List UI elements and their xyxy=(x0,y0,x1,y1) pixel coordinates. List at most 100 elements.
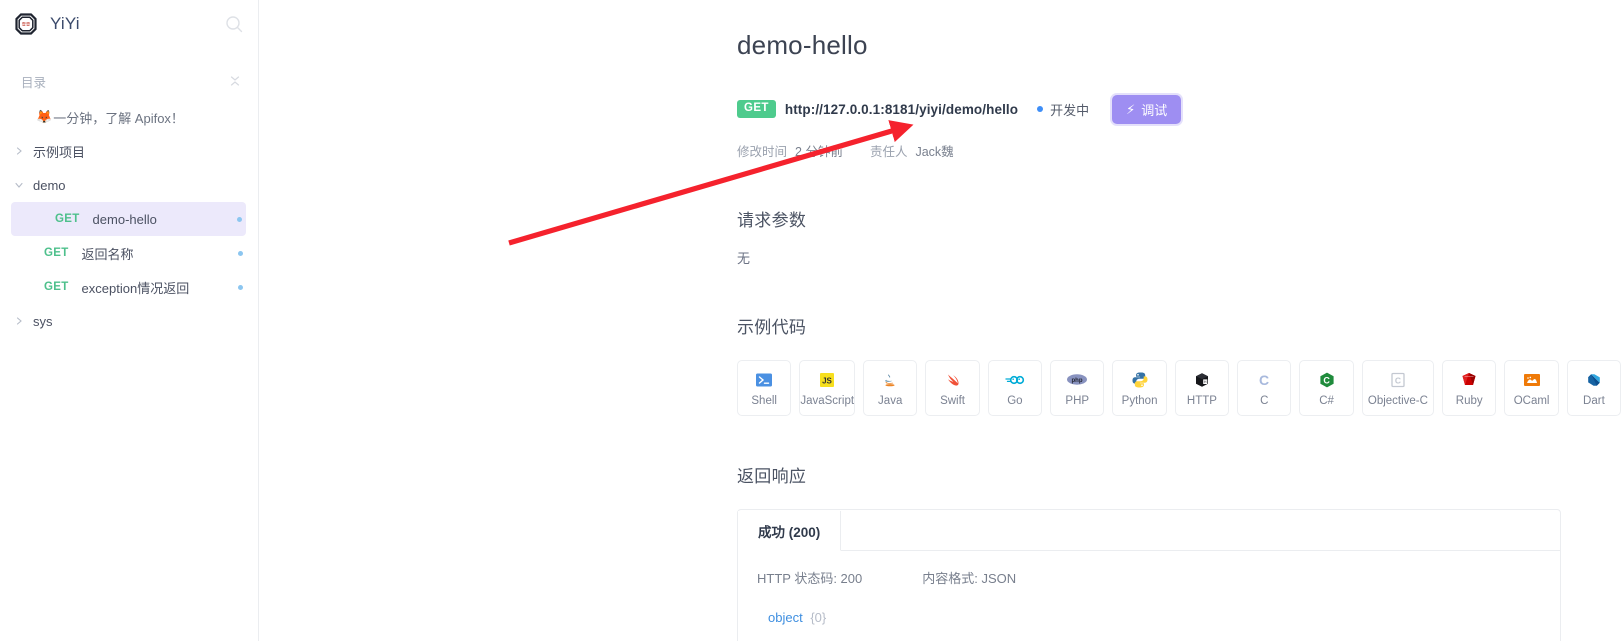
meta-row: 修改时间 2 分钟前 责任人 Jack魏 xyxy=(737,141,1621,160)
fox-icon: 🦊 xyxy=(36,109,53,124)
lang-label: PHP xyxy=(1065,394,1090,407)
method-badge: GET xyxy=(55,213,80,225)
sidebar-item-apifox-promo[interactable]: 🦊 一分钟，了解 Apifox！ xyxy=(0,100,258,134)
debug-button[interactable]: ⚡ 调试 xyxy=(1112,94,1182,124)
request-params-title: 请求参数 xyxy=(737,211,807,230)
java-icon xyxy=(881,370,899,390)
lang-card-ocaml[interactable]: OCaml xyxy=(1504,360,1559,416)
lang-card-go[interactable]: Go xyxy=(987,360,1043,416)
sidebar-tree: 🦊 一分钟，了解 Apifox！ 示例项目 demo GET demo-hell… xyxy=(0,98,258,338)
swift-icon xyxy=(944,370,962,390)
lightning-icon: ⚡ xyxy=(1126,101,1136,117)
sidebar: 壹壹 YiYi 目录 🦊 一分钟，了解 Apifox！ 示例项目 demo GE… xyxy=(0,0,259,641)
lang-label: C# xyxy=(1319,394,1334,407)
response-content-type: 内容格式: JSON xyxy=(922,571,1017,586)
sidebar-section-label: 目录 xyxy=(21,75,47,90)
c-icon: C xyxy=(1255,370,1273,390)
language-card-list: Shell JS JavaScript Java Swift Go php PH… xyxy=(737,360,1621,416)
shell-icon xyxy=(755,370,773,390)
svg-text:C: C xyxy=(1323,375,1330,385)
lang-card-dart[interactable]: Dart xyxy=(1566,360,1621,416)
sidebar-item-label: 一分钟，了解 Apifox！ xyxy=(53,110,184,126)
status-dot-icon xyxy=(1037,106,1044,112)
ocaml-icon xyxy=(1523,370,1541,390)
response-status-code: HTTP 状态码: 200 xyxy=(757,571,863,586)
lang-label: Python xyxy=(1121,394,1158,407)
endpoint-url[interactable]: http://127.0.0.1:8181/yiyi/demo/hello xyxy=(785,102,1018,117)
schema-count: {0} xyxy=(810,610,827,625)
go-icon xyxy=(1005,370,1025,390)
lang-card-c[interactable]: C C xyxy=(1237,360,1292,416)
chevron-right-icon[interactable] xyxy=(13,146,25,156)
response-tabs: 成功 (200) xyxy=(738,510,1560,551)
debug-button-label: 调试 xyxy=(1141,102,1168,118)
tab-success-200[interactable]: 成功 (200) xyxy=(738,511,842,551)
sidebar-item-label: sys xyxy=(33,313,53,329)
lang-card-swift[interactable]: Swift xyxy=(925,360,980,416)
lang-card-python[interactable]: Python xyxy=(1112,360,1167,416)
objective-c-icon: C xyxy=(1389,370,1407,390)
app-root: 壹壹 YiYi 目录 🦊 一分钟，了解 Apifox！ 示例项目 demo GE… xyxy=(0,0,1621,641)
lang-label: Swift xyxy=(940,394,965,407)
page-title: demo-hello xyxy=(737,30,868,60)
modified-time-value: 2 分钟前 xyxy=(795,145,843,159)
app-logo[interactable]: 壹壹 xyxy=(13,11,39,37)
sidebar-item-label: 示例项目 xyxy=(33,144,86,160)
csharp-icon: C xyxy=(1318,370,1336,390)
sidebar-section-header: 目录 xyxy=(0,64,258,98)
sidebar-item-exception-return[interactable]: GET exception情况返回 xyxy=(0,270,258,304)
lang-card-objective-c[interactable]: C Objective-C xyxy=(1361,360,1435,416)
brand-name: YiYi xyxy=(50,14,80,33)
modified-time-label: 修改时间 xyxy=(737,145,788,159)
svg-text:壹壹: 壹壹 xyxy=(22,21,30,27)
lang-card-http[interactable]: H HTTP xyxy=(1174,360,1230,416)
response-title: 返回响应 xyxy=(737,467,807,486)
php-icon: php xyxy=(1066,370,1088,390)
sidebar-header: 壹壹 YiYi xyxy=(0,0,258,48)
lang-label: Java xyxy=(878,394,903,407)
lang-card-php[interactable]: php PHP xyxy=(1050,360,1105,416)
lang-card-javascript[interactable]: JS JavaScript xyxy=(799,360,856,416)
lang-label: Ruby xyxy=(1455,394,1483,407)
status-badge: 开发中 xyxy=(1037,100,1089,119)
main-content: demo-hello GET http://127.0.0.1:8181/yiy… xyxy=(259,0,1621,641)
schema-type[interactable]: object xyxy=(768,610,803,625)
chevron-down-icon[interactable] xyxy=(13,181,25,189)
sidebar-item-label: exception情况返回 xyxy=(81,280,190,296)
sidebar-item-demo[interactable]: demo xyxy=(0,168,258,202)
lang-label: Go xyxy=(1007,394,1023,407)
lang-label: JavaScript xyxy=(800,394,855,407)
lang-card-ruby[interactable]: Ruby xyxy=(1442,360,1497,416)
lang-label: Shell xyxy=(751,394,777,407)
sidebar-item-sys[interactable]: sys xyxy=(0,304,258,338)
lang-card-shell[interactable]: Shell xyxy=(737,360,792,416)
endpoint-row: GET http://127.0.0.1:8181/yiyi/demo/hell… xyxy=(737,94,1621,124)
search-icon[interactable] xyxy=(224,14,244,34)
sidebar-item-return-name[interactable]: GET 返回名称 xyxy=(0,236,258,270)
response-meta: HTTP 状态码: 200 内容格式: JSON xyxy=(757,568,1540,587)
svg-text:C: C xyxy=(1395,375,1401,385)
lang-label: OCaml xyxy=(1513,394,1550,407)
request-params-empty: 无 xyxy=(737,251,751,266)
sidebar-item-label: demo xyxy=(33,177,66,193)
unsaved-dot xyxy=(238,284,243,290)
status-label: 开发中 xyxy=(1050,102,1090,118)
javascript-icon: JS xyxy=(818,370,836,390)
collapse-icon[interactable] xyxy=(228,74,242,88)
lang-card-csharp[interactable]: C C# xyxy=(1299,360,1354,416)
svg-text:C: C xyxy=(1259,372,1269,388)
response-card: 成功 (200) HTTP 状态码: 200 内容格式: JSON object… xyxy=(737,509,1561,641)
chevron-right-icon[interactable] xyxy=(13,316,25,326)
svg-text:php: php xyxy=(1072,378,1083,384)
lang-label: Dart xyxy=(1583,394,1605,407)
sidebar-item-example-project[interactable]: 示例项目 xyxy=(0,134,258,168)
sidebar-item-demo-hello[interactable]: GET demo-hello xyxy=(11,202,246,236)
lang-card-java[interactable]: Java xyxy=(863,360,918,416)
sample-code-title: 示例代码 xyxy=(737,318,807,337)
lang-label: C xyxy=(1260,394,1269,407)
method-badge: GET xyxy=(44,281,69,293)
svg-text:JS: JS xyxy=(822,376,832,385)
http-icon: H xyxy=(1193,370,1211,390)
dart-icon xyxy=(1585,370,1603,390)
method-badge: GET xyxy=(44,247,69,259)
